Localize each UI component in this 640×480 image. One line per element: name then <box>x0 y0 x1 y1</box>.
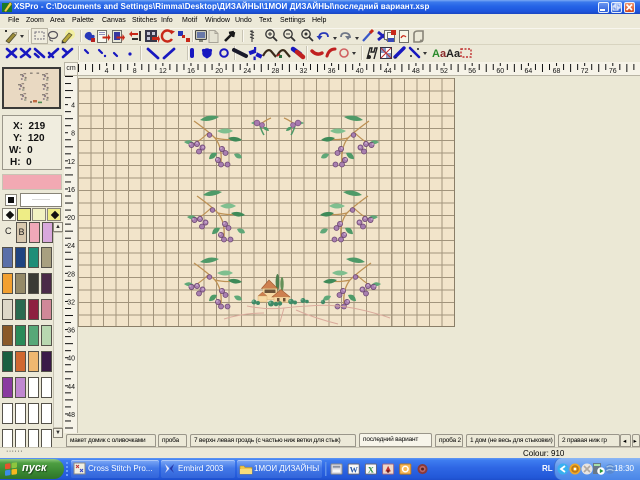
svg-text:4: 4 <box>71 103 75 110</box>
svg-text:20: 20 <box>67 215 75 222</box>
svg-text:28: 28 <box>271 68 279 75</box>
svg-text:32: 32 <box>67 299 75 306</box>
svg-text:48: 48 <box>412 68 420 75</box>
svg-text:56: 56 <box>468 68 476 75</box>
svg-text:68: 68 <box>553 68 561 75</box>
svg-text:32: 32 <box>300 68 308 75</box>
svg-text:20: 20 <box>215 68 223 75</box>
svg-text:16: 16 <box>67 187 75 194</box>
svg-text:16: 16 <box>187 68 195 75</box>
svg-text:24: 24 <box>67 243 75 250</box>
svg-text:76: 76 <box>609 68 617 75</box>
svg-text:24: 24 <box>243 68 251 75</box>
svg-text:8: 8 <box>133 68 137 75</box>
svg-text:44: 44 <box>67 384 75 391</box>
svg-text:40: 40 <box>356 68 364 75</box>
svg-text:X: X <box>368 465 374 474</box>
svg-text:72: 72 <box>581 68 589 75</box>
svg-text:4: 4 <box>105 68 109 75</box>
svg-text:64: 64 <box>525 68 533 75</box>
svg-text:44: 44 <box>384 68 392 75</box>
svg-text:Aa: Aa <box>446 48 461 60</box>
svg-text:28: 28 <box>67 271 75 278</box>
svg-text:8: 8 <box>71 131 75 138</box>
svg-text:60: 60 <box>496 68 504 75</box>
svg-text:52: 52 <box>440 68 448 75</box>
svg-text:12: 12 <box>67 159 75 166</box>
svg-text:Aa: Aa <box>432 48 447 60</box>
svg-text:36: 36 <box>328 68 336 75</box>
svg-text:48: 48 <box>67 412 75 419</box>
svg-text:W: W <box>350 465 359 474</box>
svg-text:36: 36 <box>67 328 75 335</box>
svg-text:12: 12 <box>159 68 167 75</box>
svg-text:40: 40 <box>67 356 75 363</box>
